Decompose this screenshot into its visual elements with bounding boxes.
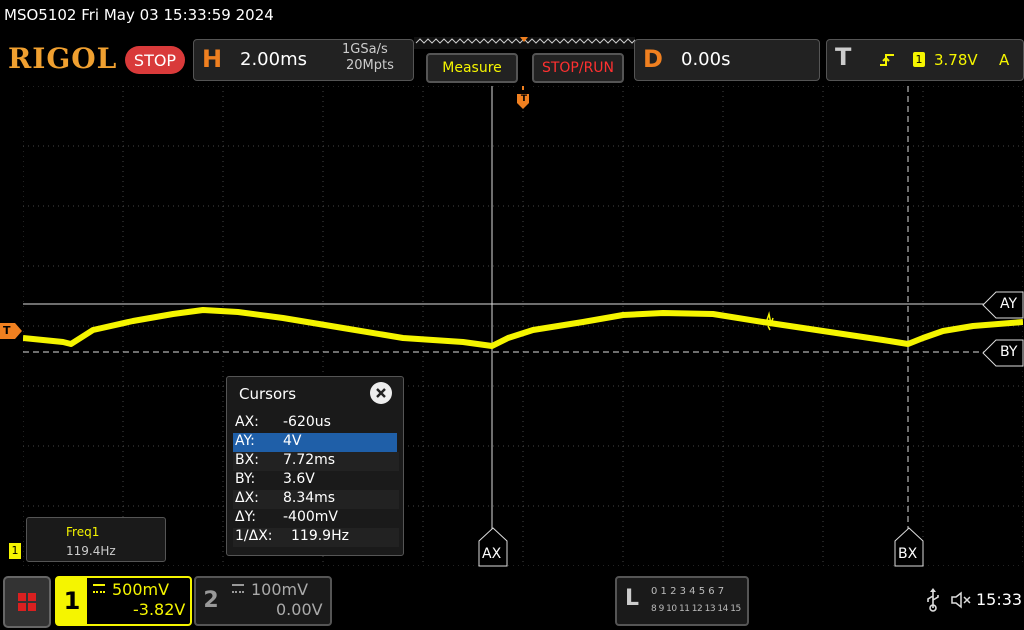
cursor-by-tag[interactable]: BY <box>982 339 1024 367</box>
rigol-logo: RIGOL <box>8 42 118 75</box>
speaker-muted-icon[interactable] <box>950 590 974 610</box>
dc-coupling-icon <box>93 584 105 593</box>
measure-button[interactable]: Measure <box>426 53 518 83</box>
usb-icon <box>927 588 939 612</box>
cursor-row-dy[interactable]: ΔY: -400mV <box>233 509 399 528</box>
measure-button-label: Measure <box>442 60 502 76</box>
horizontal-letter: H <box>202 45 223 73</box>
trigger-mode: A <box>999 51 1010 69</box>
cursors-panel: Cursors AX: -620us AY: 4V BX: 7.72ms BY: 3.6… <box>226 376 404 556</box>
cursor-ax-label: AX <box>482 546 502 562</box>
row-value: 119.9Hz <box>291 528 349 544</box>
cursor-ax-tag[interactable]: AX <box>478 527 508 567</box>
cursor-by-label: BY <box>1000 344 1018 360</box>
channel1-panel[interactable]: 1 500mV -3.82V <box>55 576 192 626</box>
trigger-position-letter: T <box>520 94 528 104</box>
channel1-offset: -3.82V <box>133 600 186 619</box>
clock: 15:33 <box>976 590 1023 609</box>
row-value: 3.6V <box>283 471 315 487</box>
trigger-level: 3.78V <box>934 51 978 69</box>
row-value: -620us <box>283 414 331 430</box>
row-value: 8.34ms <box>283 490 336 506</box>
row-value: 4V <box>283 433 302 449</box>
cursor-ay-tag[interactable]: AY <box>982 291 1024 319</box>
channel1-ground-marker[interactable]: 1 <box>9 543 21 559</box>
trigger-panel[interactable]: T 1 3.78V A <box>826 39 1024 81</box>
channel1-scale: 500mV <box>112 580 170 599</box>
cursors-table: AX: -620us AY: 4V BX: 7.72ms BY: 3.6V ΔX: 8.3… <box>227 412 403 552</box>
delay-panel[interactable]: D 0.00s <box>634 39 820 81</box>
cursors-panel-title: Cursors <box>239 385 297 403</box>
row-label: BX: <box>235 452 259 468</box>
run-state-badge[interactable]: STOP <box>125 46 185 74</box>
cursor-row-ay[interactable]: AY: 4V <box>233 433 397 452</box>
stop-run-label: STOP/RUN <box>541 60 615 76</box>
cursor-row-bx[interactable]: BX: 7.72ms <box>233 452 399 471</box>
channel2-number: 2 <box>203 588 219 613</box>
timebase-value: 2.00ms <box>240 49 307 70</box>
measurement-box[interactable]: Freq1 119.4Hz <box>26 517 166 562</box>
rising-edge-icon <box>880 54 894 66</box>
logic-panel[interactable]: L 0 1 2 3 4 5 6 7 8 9 10 11 12 13 14 15 <box>615 576 749 626</box>
row-label: ΔX: <box>235 490 259 506</box>
stop-run-button[interactable]: STOP/RUN <box>532 53 624 83</box>
cursor-row-inv-dx[interactable]: 1/ΔX: 119.9Hz <box>233 528 399 547</box>
menu-button[interactable] <box>3 576 51 628</box>
cursors-close-button[interactable] <box>370 382 392 404</box>
trigger-channel-badge: 1 <box>913 52 925 67</box>
row-value: 7.72ms <box>283 452 336 468</box>
waveform-grid[interactable] <box>23 86 1023 566</box>
row-label: AX: <box>235 414 259 430</box>
channel2-offset: 0.00V <box>276 600 323 619</box>
sample-rate: 1GSa/s <box>342 42 388 57</box>
logic-channels-row1: 0 1 2 3 4 5 6 7 <box>651 586 725 597</box>
channel2-panel[interactable]: 2 100mV 0.00V <box>194 576 332 626</box>
close-icon <box>376 388 386 398</box>
grid-menu-icon <box>18 593 36 611</box>
grid-lines <box>23 86 1023 566</box>
logic-channels-row2: 8 9 10 11 12 13 14 15 <box>651 604 741 614</box>
row-label: BY: <box>235 471 256 487</box>
cursor-bx-tag[interactable]: BX <box>894 527 924 567</box>
row-label: ΔY: <box>235 509 256 525</box>
delay-value: 0.00s <box>681 49 731 70</box>
row-label: AY: <box>235 433 255 449</box>
row-value: -400mV <box>283 509 338 525</box>
cursor-ay-label: AY <box>1000 296 1018 312</box>
trigger-level-marker-label: T <box>3 324 11 337</box>
measurement-value: 119.4Hz <box>66 544 116 558</box>
horizontal-panel[interactable]: H 2.00ms 1GSa/s 20Mpts <box>193 39 414 81</box>
logic-letter: L <box>625 586 640 611</box>
cursor-bx-label: BX <box>898 546 918 562</box>
trigger-letter: T <box>835 43 852 71</box>
cursor-row-ax[interactable]: AX: -620us <box>233 414 399 433</box>
cursor-row-by[interactable]: BY: 3.6V <box>233 471 399 490</box>
delay-letter: D <box>643 45 663 73</box>
channel1-trace <box>23 307 1023 349</box>
dc-coupling-icon <box>232 584 244 593</box>
waveform-overview-strip <box>414 37 635 49</box>
cursor-row-dx[interactable]: ΔX: 8.34ms <box>233 490 399 509</box>
channel2-scale: 100mV <box>251 580 309 599</box>
status-line: MSO5102 Fri May 03 15:33:59 2024 <box>0 0 1024 34</box>
channel1-number: 1 <box>57 578 87 624</box>
measurement-name: Freq1 <box>66 525 100 539</box>
status-text: MSO5102 Fri May 03 15:33:59 2024 <box>4 6 274 24</box>
memory-depth: 20Mpts <box>346 58 394 73</box>
row-label: 1/ΔX: <box>235 528 273 544</box>
